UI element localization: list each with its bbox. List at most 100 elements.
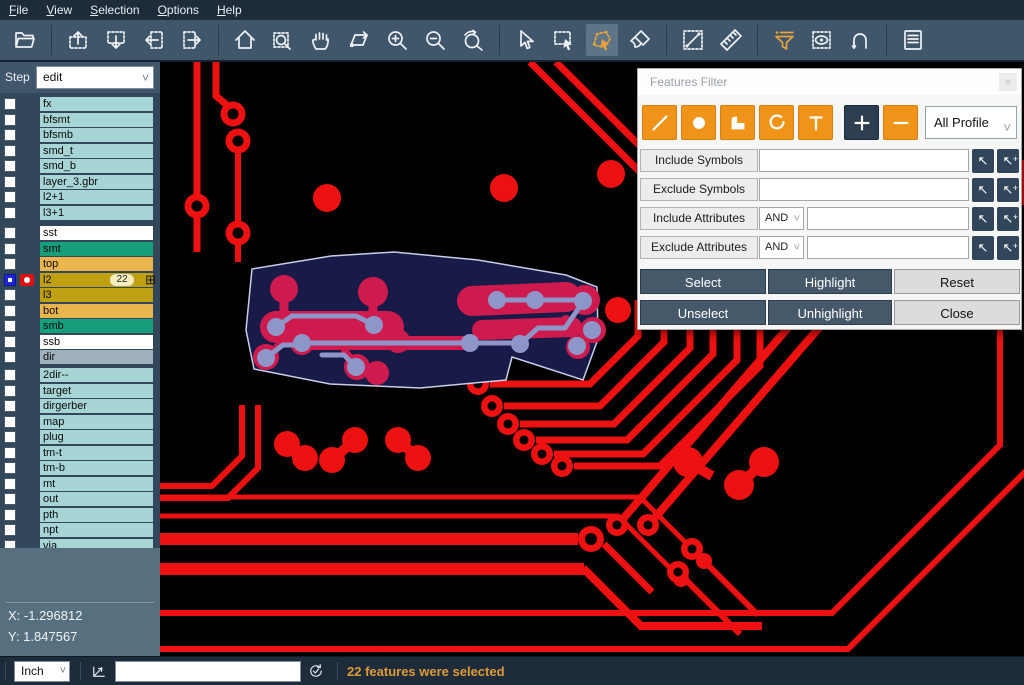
exclude-attributes-input[interactable]: [807, 236, 969, 259]
polygon-select-button[interactable]: [586, 24, 618, 56]
exclude-attributes-button[interactable]: Exclude Attributes: [640, 236, 758, 259]
layer-name-l2[interactable]: l2: [40, 273, 153, 287]
layer-checkbox-dirgerber[interactable]: [4, 400, 16, 412]
filter-type-line-button[interactable]: [642, 105, 677, 140]
layer-name-smb[interactable]: smb: [40, 319, 153, 333]
pan-hand-button[interactable]: [305, 24, 337, 56]
layer-name-smd_t[interactable]: smd_t: [40, 144, 153, 158]
close-icon[interactable]: ×: [999, 73, 1017, 91]
layer-checkbox-plug[interactable]: [4, 431, 16, 443]
layer-name-dir[interactable]: dir: [40, 350, 153, 364]
select-cursor-button[interactable]: [510, 24, 542, 56]
exclude-attributes-pick-button[interactable]: ↖: [972, 236, 994, 260]
layer-checkbox-map[interactable]: [4, 416, 16, 428]
step-select[interactable]: edit ˅: [36, 66, 154, 89]
zoom-in-button[interactable]: [381, 24, 413, 56]
layer-name-smd_b[interactable]: smd_b: [40, 159, 153, 173]
active-layer-indicator[interactable]: [20, 274, 34, 286]
filter-type-arc-button[interactable]: [759, 105, 794, 140]
layer-name-ssb[interactable]: ssb: [40, 335, 153, 349]
layer-checkbox-bfsmt[interactable]: [4, 114, 16, 126]
snap-angle-icon[interactable]: [90, 662, 108, 685]
include-attributes-pick-button[interactable]: ↖: [972, 207, 994, 231]
net-jump-button[interactable]: [844, 24, 876, 56]
layer-checkbox-ssb[interactable]: [4, 336, 16, 348]
layer-checkbox-smt[interactable]: [4, 243, 16, 255]
report-list-button[interactable]: [897, 24, 929, 56]
command-input[interactable]: [115, 661, 301, 682]
layer-name-bot[interactable]: bot: [40, 304, 153, 318]
unit-select[interactable]: Inch ˅: [14, 661, 70, 682]
select-button[interactable]: Select: [640, 269, 766, 294]
measure-distance-button[interactable]: [677, 24, 709, 56]
add-polarity-button[interactable]: [844, 105, 879, 140]
layer-name-out[interactable]: out: [40, 492, 153, 506]
shift-down-button[interactable]: [100, 24, 132, 56]
layer-name-npt[interactable]: npt: [40, 523, 153, 537]
filter-type-pad-button[interactable]: [681, 105, 716, 140]
view-options-button[interactable]: [806, 24, 838, 56]
unhighlight-button[interactable]: Unhighlight: [768, 300, 892, 325]
exclude-symbols-button[interactable]: Exclude Symbols: [640, 178, 758, 201]
exclude-symbols-pick-button[interactable]: ↖: [972, 178, 994, 202]
layer-name-dirgerber[interactable]: dirgerber: [40, 399, 153, 413]
rect-select-button[interactable]: [548, 24, 580, 56]
layer-name-layer_3.gbr[interactable]: layer_3.gbr: [40, 175, 153, 189]
layer-checkbox-fx[interactable]: [4, 98, 16, 110]
clear-highlights-button[interactable]: [624, 24, 656, 56]
layer-name-smt[interactable]: smt: [40, 242, 153, 256]
measure-ruler-button[interactable]: [715, 24, 747, 56]
zoom-out-button[interactable]: [419, 24, 451, 56]
exclude-attributes-pick-add-button[interactable]: ↖+: [997, 236, 1019, 260]
exclude-attributes-operator-select[interactable]: AND˅: [759, 236, 804, 259]
include-symbols-button[interactable]: Include Symbols: [640, 149, 758, 172]
zoom-previous-button[interactable]: [457, 24, 489, 56]
layer-name-target[interactable]: target: [40, 384, 153, 398]
exclude-symbols-input[interactable]: [759, 178, 969, 201]
layer-name-top[interactable]: top: [40, 257, 153, 271]
highlight-button[interactable]: Highlight: [768, 269, 892, 294]
open-file-button[interactable]: [9, 24, 41, 56]
include-attributes-pick-add-button[interactable]: ↖+: [997, 207, 1019, 231]
layer-checkbox-mt[interactable]: [4, 478, 16, 490]
unselect-button[interactable]: Unselect: [640, 300, 766, 325]
layer-checkbox-l2[interactable]: [4, 274, 16, 286]
include-symbols-pick-add-button[interactable]: ↖+: [997, 149, 1019, 173]
layer-checkbox-l3+1[interactable]: [4, 207, 16, 219]
filter-type-text-button[interactable]: [798, 105, 833, 140]
filter-type-surface-button[interactable]: [720, 105, 755, 140]
remove-polarity-button[interactable]: [883, 105, 918, 140]
layer-checkbox-target[interactable]: [4, 385, 16, 397]
layer-name-l3[interactable]: l3: [40, 288, 153, 302]
layer-name-plug[interactable]: plug: [40, 430, 153, 444]
layer-checkbox-smb[interactable]: [4, 320, 16, 332]
layer-name-l3+1[interactable]: l3+1: [40, 206, 153, 220]
dialog-title-bar[interactable]: Features Filter ×: [638, 69, 1021, 95]
profile-select[interactable]: All Profile ˅: [925, 106, 1017, 139]
layer-checkbox-top[interactable]: [4, 258, 16, 270]
layer-checkbox-bfsmb[interactable]: [4, 129, 16, 141]
layer-name-pth[interactable]: pth: [40, 508, 153, 522]
layer-name-tm-t[interactable]: tm-t: [40, 446, 153, 460]
menu-item-help[interactable]: Help: [208, 0, 251, 20]
layer-name-bfsmb[interactable]: bfsmb: [40, 128, 153, 142]
layer-checkbox-smd_t[interactable]: [4, 145, 16, 157]
menu-item-view[interactable]: View: [37, 0, 81, 20]
layer-checkbox-bot[interactable]: [4, 305, 16, 317]
sync-check-icon[interactable]: [307, 662, 325, 685]
include-symbols-input[interactable]: [759, 149, 969, 172]
layer-checkbox-tm-b[interactable]: [4, 462, 16, 474]
menu-item-file[interactable]: File: [0, 0, 37, 20]
menu-item-options[interactable]: Options: [149, 0, 208, 20]
layer-checkbox-l3[interactable]: [4, 289, 16, 301]
layer-checkbox-npt[interactable]: [4, 524, 16, 536]
layer-name-mt[interactable]: mt: [40, 477, 153, 491]
layer-name-tm-b[interactable]: tm-b: [40, 461, 153, 475]
layer-name-l2+1[interactable]: l2+1: [40, 190, 153, 204]
layer-checkbox-l2+1[interactable]: [4, 191, 16, 203]
include-symbols-pick-button[interactable]: ↖: [972, 149, 994, 173]
shift-up-button[interactable]: [62, 24, 94, 56]
exclude-symbols-pick-add-button[interactable]: ↖+: [997, 178, 1019, 202]
include-attributes-input[interactable]: [807, 207, 969, 230]
include-attributes-operator-select[interactable]: AND˅: [759, 207, 804, 230]
